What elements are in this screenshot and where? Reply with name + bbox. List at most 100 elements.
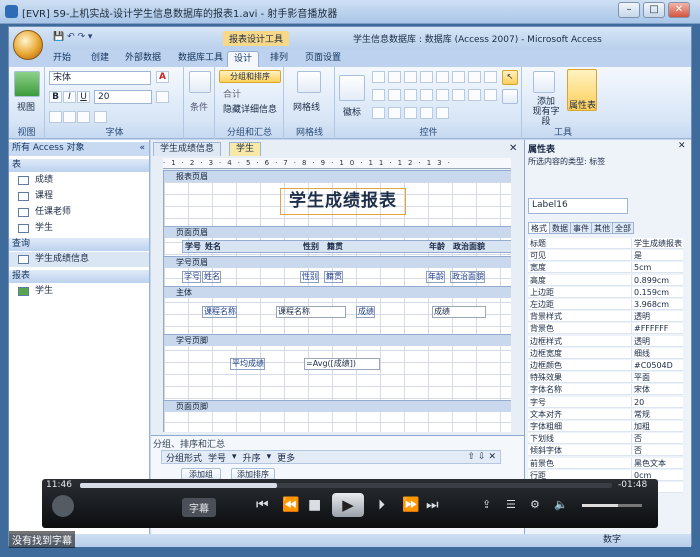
forward-icon[interactable]: ⏩	[402, 498, 419, 512]
tab-external-data[interactable]: 外部数据	[119, 51, 167, 67]
button-tool-icon[interactable]	[404, 71, 417, 83]
add-fields-button[interactable]: 添加 现有字段	[529, 97, 563, 127]
header-field-id[interactable]: 学号	[185, 241, 201, 252]
nav-item-teachers[interactable]: 任课老师	[9, 205, 149, 220]
subtitle-button[interactable]: 字幕	[182, 498, 216, 517]
office-button[interactable]	[13, 30, 43, 60]
property-value[interactable]: 20	[631, 396, 683, 408]
nav-item-student-score-query[interactable]: 学生成绩信息	[9, 252, 149, 267]
header-field-politics[interactable]: 政治面貌	[453, 241, 485, 252]
detail-score-label[interactable]: 成绩	[356, 306, 375, 318]
tab-arrange[interactable]: 排列	[264, 51, 294, 67]
line-width-tool-icon[interactable]	[420, 107, 433, 119]
volume-icon[interactable]: 🔈	[554, 498, 568, 512]
prop-tab-all[interactable]: 全部	[612, 222, 634, 234]
underline-icon[interactable]: U	[77, 91, 90, 103]
section-group-footer[interactable]: 学号页脚	[164, 334, 511, 346]
footer-avg-expression[interactable]: =Avg([成绩])	[304, 358, 380, 370]
report-title-label[interactable]: 学生成绩报表	[280, 188, 406, 215]
chevron-down-icon[interactable]: ▾	[267, 452, 272, 462]
nav-collapse-icon[interactable]: «	[139, 142, 145, 155]
view-button[interactable]: 视图	[17, 100, 35, 113]
section-page-footer[interactable]: 页面页脚	[164, 400, 511, 412]
selection-select[interactable]: Label16	[528, 198, 628, 214]
nav-section-reports[interactable]: 报表	[9, 270, 149, 283]
property-value[interactable]: 3.968cm	[631, 299, 683, 310]
property-row[interactable]: 文本对齐 常规	[528, 408, 683, 420]
toggle-tool-icon[interactable]	[388, 89, 401, 101]
prop-tab-other[interactable]: 其他	[591, 222, 613, 234]
property-value[interactable]: 加粗	[631, 421, 683, 432]
prop-tab-data[interactable]: 数据	[549, 222, 571, 234]
totals-button[interactable]: 合计	[223, 87, 241, 100]
hide-details-button[interactable]: 隐藏详细信息	[223, 102, 277, 115]
tab-database-tools[interactable]: 数据库工具	[172, 51, 229, 67]
property-value[interactable]: 透明	[631, 335, 683, 347]
gridlines-icon[interactable]	[297, 71, 321, 93]
property-value[interactable]: 黑色文本	[631, 457, 683, 469]
step-icon[interactable]: ⏵	[378, 498, 385, 512]
group-row-controls-icon[interactable]: ⇧ ⇩ ✕	[468, 452, 500, 462]
chevron-down-icon[interactable]: ▾	[232, 452, 237, 462]
gridlines-button[interactable]: 网格线	[293, 100, 320, 113]
group-label-age[interactable]: 年龄	[426, 271, 445, 283]
header-field-name[interactable]: 姓名	[205, 241, 221, 252]
group-sort-button[interactable]: 分组和排序	[219, 70, 281, 83]
property-value[interactable]: 否	[631, 433, 683, 445]
font-name-select[interactable]: 宋体	[49, 71, 151, 85]
prop-tab-event[interactable]: 事件	[570, 222, 592, 234]
list-tool-icon[interactable]	[420, 89, 433, 101]
property-row[interactable]: 高度 0.899cm	[528, 274, 683, 286]
nav-item-students[interactable]: 学生	[9, 221, 149, 236]
image-tool-icon[interactable]	[452, 89, 465, 101]
property-value[interactable]: 透明	[631, 311, 683, 323]
subform-tool-icon[interactable]	[468, 89, 481, 101]
property-value[interactable]: 是	[631, 250, 683, 262]
property-row[interactable]: 倾斜字体 否	[528, 445, 683, 457]
open-file-icon[interactable]: ⇪	[482, 498, 491, 512]
property-value[interactable]: 宋体	[631, 384, 683, 396]
property-value[interactable]: 常规	[631, 408, 683, 420]
close-button[interactable]: ✕	[668, 2, 690, 18]
section-group-header[interactable]: 学号页眉	[164, 256, 511, 268]
property-row[interactable]: 边框宽度 细线	[528, 347, 683, 359]
property-value[interactable]: 平面	[631, 372, 683, 384]
prop-tab-format[interactable]: 格式	[528, 222, 550, 234]
property-row[interactable]: 字体粗细 加粗	[528, 421, 683, 432]
option-group-tool-icon[interactable]	[372, 89, 385, 101]
rewind-icon[interactable]: ⏪	[282, 498, 299, 512]
group-label-id[interactable]: 学号	[182, 271, 201, 283]
tab-home[interactable]: 开始	[47, 51, 77, 67]
report-canvas[interactable]: 报表页眉 学生成绩报表 页面页眉 学号 姓名 性别 籍贯 年龄 政治面貌 学号页…	[163, 170, 511, 432]
format-painter-icon[interactable]	[94, 111, 107, 123]
tab-control-tool-icon[interactable]	[420, 71, 433, 83]
nav-section-tables[interactable]: 表	[9, 159, 149, 172]
chart-tool-icon[interactable]	[436, 89, 449, 101]
property-row[interactable]: 下划线 否	[528, 433, 683, 445]
prev-icon[interactable]: ⏮	[256, 498, 269, 512]
doc-close-icon[interactable]: ✕	[509, 143, 517, 154]
property-value[interactable]: 0.899cm	[631, 274, 683, 286]
nav-item-courses[interactable]: 课程	[9, 189, 149, 204]
property-value[interactable]: 否	[631, 445, 683, 457]
line-color-tool-icon[interactable]	[404, 107, 417, 119]
seek-bar[interactable]	[80, 483, 612, 488]
property-value[interactable]: #FFFFFF	[631, 323, 683, 335]
conditional-format-icon[interactable]	[189, 71, 211, 93]
italic-icon[interactable]: I	[63, 91, 76, 103]
rectangle-tool-icon[interactable]	[468, 71, 481, 83]
section-report-header[interactable]: 报表页眉	[164, 170, 511, 182]
page-break-tool-icon[interactable]	[484, 89, 497, 101]
property-value[interactable]: 5cm	[631, 262, 683, 274]
property-row[interactable]: 边框颜色 #C0504D	[528, 360, 683, 371]
align-center-icon[interactable]	[63, 111, 76, 123]
add-fields-icon[interactable]	[533, 71, 555, 93]
datetime-tool-icon[interactable]	[388, 107, 401, 119]
property-value[interactable]: 0.159cm	[631, 286, 683, 298]
property-row[interactable]: 特殊效果 平面	[528, 372, 683, 384]
align-left-icon[interactable]	[49, 111, 62, 123]
playlist-icon[interactable]: ☰	[506, 498, 516, 512]
property-row[interactable]: 边框样式 透明	[528, 335, 683, 347]
section-detail[interactable]: 主体	[164, 286, 511, 298]
fill-color-icon[interactable]	[156, 91, 169, 103]
